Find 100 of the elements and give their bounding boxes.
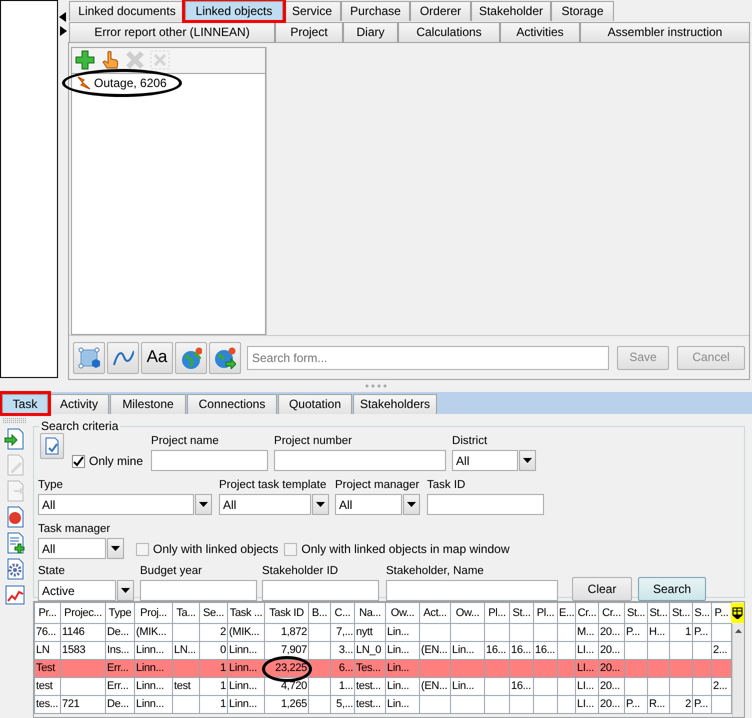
plus-button[interactable] (75, 50, 97, 72)
input-field[interactable] (151, 450, 268, 471)
column-chooser-button[interactable] (731, 603, 744, 623)
dropdown-button[interactable] (403, 494, 420, 515)
table-cell: Lin... (386, 660, 420, 678)
column-header[interactable]: Task ... (228, 602, 264, 624)
column-header[interactable]: S... (692, 602, 712, 624)
tab[interactable]: Storage (551, 1, 614, 21)
tab[interactable]: Diary (343, 22, 398, 42)
globe-button[interactable] (175, 342, 207, 374)
column-header[interactable]: Projec... (60, 602, 106, 624)
tab[interactable]: Activities (500, 22, 580, 42)
field-label: Project manager (335, 478, 420, 492)
dropdown-button[interactable] (312, 494, 329, 515)
table-cell: 20... (598, 660, 624, 678)
column-header[interactable]: Ow... (386, 602, 420, 624)
table-cell: P... (692, 624, 712, 642)
caret-icon (121, 588, 130, 593)
tab[interactable]: Task (2, 394, 48, 414)
input-field[interactable] (140, 580, 257, 601)
curve-line-button[interactable] (107, 342, 139, 374)
globe-arrow-button[interactable] (209, 342, 241, 374)
tab[interactable]: Activity (49, 394, 109, 414)
caret-icon (523, 458, 532, 463)
table-cell: Linn... (228, 678, 264, 696)
column-header[interactable]: C... (330, 602, 354, 624)
tab[interactable]: Quotation (278, 394, 352, 414)
column-header[interactable]: Cr... (576, 602, 598, 624)
dropdown-button[interactable] (519, 450, 536, 471)
tab[interactable]: Stakeholders (353, 394, 437, 414)
input-field[interactable] (386, 580, 558, 601)
table-row[interactable]: Test Err... Linn... 1 Linn... 23,225 6... Tes... Lin... LI... 20... (34, 660, 732, 678)
tab[interactable]: Service (283, 1, 341, 21)
column-header[interactable]: Cr... (598, 602, 624, 624)
dropdown-field[interactable]: All (38, 538, 106, 559)
column-header[interactable]: St... (510, 602, 534, 624)
column-header[interactable]: Na... (354, 602, 386, 624)
tab[interactable]: Orderer (410, 1, 471, 21)
table-cell: Linn... (134, 696, 172, 714)
clear-filter-button[interactable] (40, 433, 64, 459)
column-header[interactable]: Act... (420, 602, 450, 624)
column-header[interactable]: Pl... (484, 602, 510, 624)
dropdown-field[interactable]: All (219, 494, 311, 515)
checkbox[interactable]: Only with linked objects (136, 539, 278, 559)
tab[interactable]: Linked documents (69, 1, 185, 21)
scrollbar[interactable] (732, 624, 744, 717)
input-field[interactable] (262, 580, 379, 601)
tab[interactable]: Assembler instruction (580, 22, 750, 42)
dropdown-field[interactable]: Active (38, 580, 116, 601)
column-header[interactable]: P... (712, 602, 732, 624)
column-header[interactable]: Pl... (534, 602, 558, 624)
clear-button[interactable]: Clear (572, 577, 632, 601)
document-arrow-button[interactable] (4, 428, 26, 450)
dropdown-field[interactable]: All (452, 450, 518, 471)
search-button[interactable]: Search (638, 577, 706, 601)
column-header[interactable]: E... (558, 602, 576, 624)
table-cell: 5,... (330, 696, 354, 714)
column-header[interactable]: Se... (200, 602, 228, 624)
input-field[interactable] (274, 450, 446, 471)
search-field[interactable]: Search form... (247, 346, 609, 370)
cube-selection-button[interactable] (73, 342, 105, 374)
tab[interactable]: Connections (187, 394, 277, 414)
dropdown-field[interactable]: All (38, 494, 194, 515)
checkbox[interactable]: Only mine (72, 451, 144, 471)
column-header[interactable]: St... (670, 602, 692, 624)
list-item[interactable]: Outage, 6206 (72, 74, 172, 92)
column-header[interactable]: Pr... (34, 602, 60, 624)
table-row[interactable]: tes... 721 De... Linn... 1 Linn... 1,265 5,... test... Lin... LI... 20... P... R... 2 P... (34, 696, 732, 714)
column-header[interactable]: St... (624, 602, 648, 624)
table-row[interactable]: test Err... Linn... test 1 Linn... 4,720 1... test... Lin... (EN... Lin... 16... LI... 20... 2... (34, 678, 732, 696)
column-header[interactable]: Ta... (172, 602, 200, 624)
line-chart-button[interactable] (4, 584, 26, 606)
globe-icon (180, 346, 202, 368)
text-tool-button[interactable]: Aa (141, 342, 173, 374)
table-cell: 721 (60, 696, 106, 714)
input-field[interactable] (427, 494, 544, 515)
dropdown-button[interactable] (107, 538, 124, 559)
tab[interactable]: Milestone (110, 394, 186, 414)
tab[interactable]: Linked objects (185, 1, 283, 21)
table-cell: Linn... (134, 678, 172, 696)
column-header[interactable]: Ow... (450, 602, 484, 624)
tab[interactable]: Stakeholder (471, 1, 551, 21)
table-row[interactable]: 76... 1146 De... (MIK... 2 (MIK... 1,872 7,... nytt Lin... M... 20... P... H... 1 P... (34, 624, 732, 642)
remove-icon (150, 50, 172, 72)
column-header[interactable]: Proj... (134, 602, 172, 624)
tab[interactable]: Calculations (398, 22, 500, 42)
column-header[interactable]: Type (106, 602, 134, 624)
dropdown-button[interactable] (195, 494, 212, 515)
dropdown-field[interactable]: All (335, 494, 402, 515)
field-label: Budget year (140, 564, 202, 578)
table-cell: 1 (670, 624, 692, 642)
tab[interactable]: Purchase (341, 1, 410, 21)
table-arrow-icon (732, 607, 743, 619)
dropdown-button[interactable] (117, 580, 134, 601)
column-header[interactable]: Task ID (264, 602, 308, 624)
tab[interactable]: Error report other (LINNEAN) (69, 22, 275, 42)
checkbox[interactable]: Only with linked objects in map window (284, 539, 510, 559)
column-header[interactable]: St... (648, 602, 670, 624)
column-header[interactable]: B... (308, 602, 330, 624)
tab[interactable]: Project (275, 22, 343, 42)
